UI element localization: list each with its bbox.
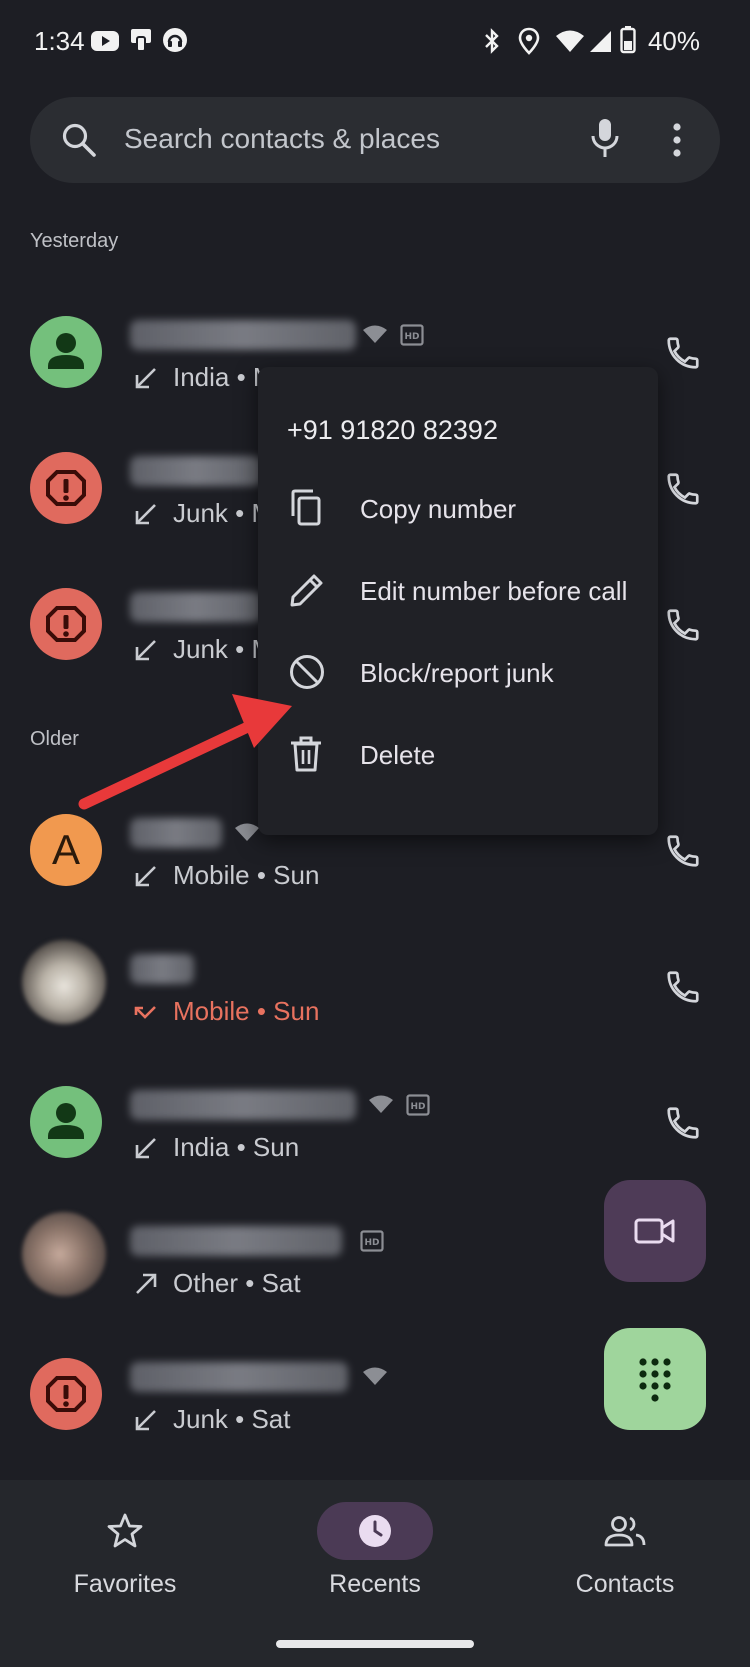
contact-name-redacted [130, 456, 262, 486]
battery-icon [620, 26, 636, 54]
avatar [30, 452, 102, 524]
spam-warning-icon [46, 470, 86, 506]
video-camera-icon [634, 1218, 675, 1244]
wifi-call-icon [363, 1367, 387, 1385]
hd-icon: HD [360, 1230, 384, 1252]
spam-warning-icon [46, 1376, 86, 1412]
svg-text:HD: HD [404, 332, 419, 342]
incoming-call-icon [135, 1409, 156, 1430]
call-details: Junk • M [133, 498, 273, 529]
nav-contacts[interactable]: Contacts [500, 1480, 750, 1620]
menu-phone-number: +91 91820 82392 [287, 415, 498, 445]
call-details: India • M [133, 362, 275, 393]
menu-item-delete[interactable]: Delete [258, 713, 658, 793]
phone-icon[interactable] [664, 832, 702, 870]
pencil-icon [290, 574, 323, 607]
avatar [30, 316, 102, 388]
signal-icon [590, 31, 611, 52]
phone-icon[interactable] [664, 470, 702, 508]
call-log-row[interactable]: HD India • Sun [0, 1054, 750, 1190]
person-icon [48, 1103, 84, 1139]
video-call-button[interactable] [604, 1180, 706, 1282]
call-details: Junk • Sat [133, 1404, 291, 1435]
contact-name-redacted [130, 818, 222, 848]
phone-icon[interactable] [664, 968, 702, 1006]
menu-item-block-report[interactable]: Block/report junk [258, 631, 658, 711]
dialpad-icon [639, 1358, 671, 1402]
nav-favorites[interactable]: Favorites [0, 1480, 250, 1620]
bluetooth-icon [485, 28, 499, 54]
microphone-icon[interactable] [590, 117, 620, 161]
avatar [30, 1358, 102, 1430]
wifi-call-icon [235, 823, 259, 841]
hd-icon: HD [406, 1094, 430, 1116]
status-bar: 1:34 40% [0, 0, 750, 84]
search-icon [62, 123, 96, 157]
phone-icon[interactable] [664, 1104, 702, 1142]
incoming-call-icon [135, 367, 156, 388]
copy-icon [291, 489, 321, 526]
search-bar[interactable]: Search contacts & places [30, 97, 720, 183]
star-icon [107, 1513, 143, 1548]
wifi-call-icon [369, 1095, 393, 1113]
svg-text:HD: HD [410, 1102, 425, 1112]
spam-warning-icon [46, 606, 86, 642]
contact-name-redacted [130, 592, 262, 622]
avatar [30, 588, 102, 660]
incoming-call-icon [135, 503, 156, 524]
contact-name-redacted [130, 954, 194, 984]
avatar-photo [22, 940, 106, 1024]
nav-recents[interactable]: Recents [250, 1480, 500, 1620]
location-icon [518, 27, 540, 55]
hd-icon: HD [400, 324, 424, 346]
svg-text:HD: HD [364, 1238, 379, 1248]
status-time: 1:34 [34, 26, 85, 56]
avatar-photo [22, 1212, 106, 1296]
home-indicator[interactable] [276, 1640, 474, 1648]
call-context-menu: +91 91820 82392 Copy number Edit number … [258, 367, 658, 835]
avatar-letter: A [30, 814, 102, 886]
avatar [30, 1086, 102, 1158]
youtube-icon [91, 31, 119, 51]
phone-icon[interactable] [664, 334, 702, 372]
incoming-call-icon [135, 639, 156, 660]
headset-icon [163, 28, 187, 52]
outgoing-call-icon [136, 1273, 157, 1294]
phone-icon[interactable] [664, 606, 702, 644]
wifi-call-icon [363, 325, 387, 343]
call-log-row[interactable]: Mobile • Sun [0, 918, 750, 1054]
contacts-icon [604, 1516, 646, 1547]
person-icon [48, 333, 84, 369]
call-details: India • Sun [133, 1132, 299, 1163]
menu-item-copy-number[interactable]: Copy number [258, 467, 658, 547]
section-header-yesterday: Yesterday [30, 230, 119, 252]
more-options-icon[interactable] [670, 121, 684, 161]
wifi-icon [556, 30, 584, 52]
section-header-older: Older [30, 728, 79, 750]
devices-icon [131, 29, 151, 52]
contact-name-redacted [130, 1362, 348, 1392]
block-icon [290, 655, 324, 689]
bottom-navigation: Favorites Recents Contacts [0, 1480, 750, 1667]
contact-name-redacted [130, 1226, 342, 1256]
battery-percent: 40% [647, 26, 700, 56]
menu-item-edit-number[interactable]: Edit number before call [258, 549, 658, 629]
contact-name-redacted [130, 320, 356, 350]
call-details: Other • Sat [133, 1268, 301, 1299]
dialpad-button[interactable] [604, 1328, 706, 1430]
trash-icon [291, 736, 321, 772]
call-details: Mobile • Sun [133, 996, 319, 1027]
clock-icon [359, 1515, 391, 1547]
call-details: Mobile • Sun [133, 860, 319, 891]
missed-call-icon [134, 1005, 156, 1019]
incoming-call-icon [135, 865, 156, 886]
contact-name-redacted [130, 1090, 356, 1120]
call-details: Junk • M [133, 634, 273, 665]
search-input[interactable]: Search contacts & places [124, 123, 440, 155]
incoming-call-icon [135, 1137, 156, 1158]
